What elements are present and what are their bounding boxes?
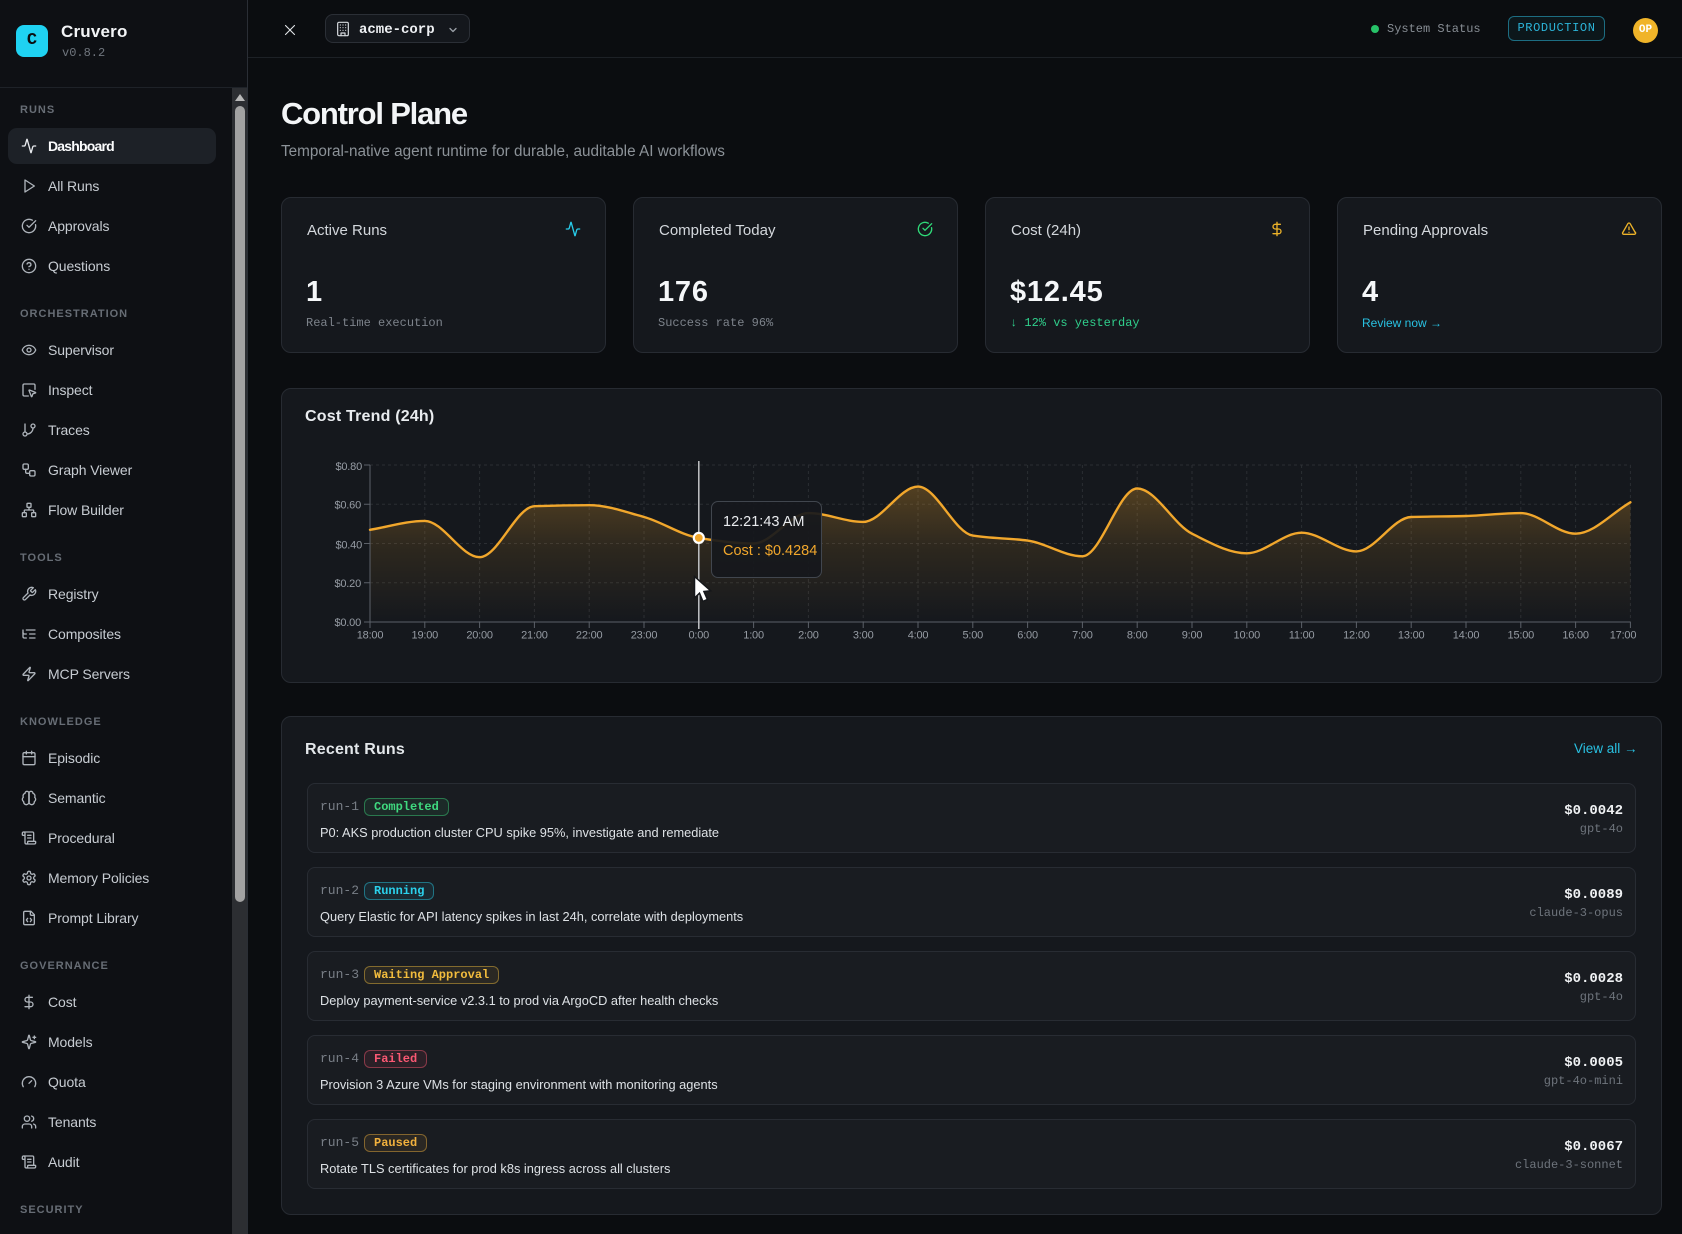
- svg-text:10:00: 10:00: [1234, 630, 1261, 642]
- svg-text:2:00: 2:00: [798, 630, 819, 642]
- svg-text:21:00: 21:00: [521, 630, 548, 642]
- svg-text:19:00: 19:00: [412, 630, 439, 642]
- svg-text:23:00: 23:00: [631, 630, 658, 642]
- svg-text:16:00: 16:00: [1562, 630, 1589, 642]
- svg-text:7:00: 7:00: [1072, 630, 1093, 642]
- svg-text:$0.40: $0.40: [335, 540, 362, 552]
- svg-text:22:00: 22:00: [576, 630, 603, 642]
- svg-text:5:00: 5:00: [962, 630, 983, 642]
- svg-text:17:00: 17:00: [1610, 630, 1637, 642]
- svg-text:$0.80: $0.80: [335, 461, 362, 473]
- svg-text:3:00: 3:00: [853, 630, 874, 642]
- svg-text:14:00: 14:00: [1453, 630, 1480, 642]
- svg-text:8:00: 8:00: [1127, 630, 1148, 642]
- svg-text:11:00: 11:00: [1289, 630, 1315, 642]
- svg-text:$0.00: $0.00: [334, 617, 361, 629]
- svg-text:$0.20: $0.20: [334, 578, 361, 590]
- svg-text:4:00: 4:00: [908, 630, 929, 642]
- svg-text:15:00: 15:00: [1508, 630, 1535, 642]
- svg-text:1:00: 1:00: [743, 630, 764, 642]
- svg-text:9:00: 9:00: [1182, 630, 1203, 642]
- svg-text:6:00: 6:00: [1017, 630, 1038, 642]
- svg-text:18:00: 18:00: [357, 630, 384, 642]
- svg-text:0:00: 0:00: [688, 630, 709, 642]
- svg-text:$0.60: $0.60: [334, 499, 361, 511]
- svg-text:12:00: 12:00: [1343, 630, 1370, 642]
- svg-text:13:00: 13:00: [1398, 630, 1425, 642]
- svg-text:20:00: 20:00: [466, 630, 493, 642]
